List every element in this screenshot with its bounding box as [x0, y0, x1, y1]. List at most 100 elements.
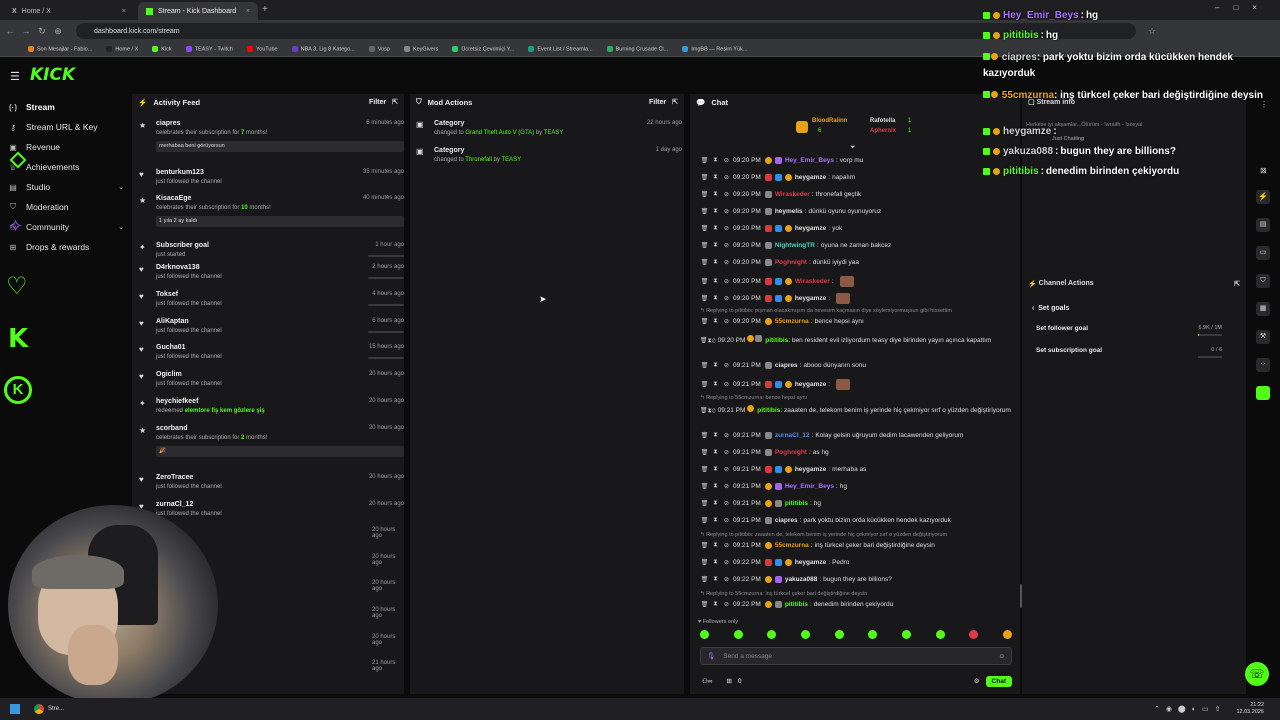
bookmark-item[interactable]: Ücretsiz Çevrimiçi Y...	[452, 45, 514, 52]
chat-username[interactable]: pititibis	[785, 601, 808, 608]
chat-message[interactable]: 🗑⧗⊘ 09:21 PM pititibis: zaaaten de, tele…	[700, 405, 1012, 416]
mod-action-item[interactable]: ▣ Category changed to Grand Theft Auto V…	[416, 120, 682, 142]
chat-username[interactable]: yakuza088	[785, 576, 818, 583]
chat-username[interactable]: Hey_Emir_Beys	[785, 483, 834, 490]
delete-icon[interactable]: 🗑	[700, 208, 709, 215]
chat-username[interactable]: Wiraskeder	[775, 191, 810, 198]
new-tab-icon[interactable]: +	[262, 4, 268, 15]
chat-username[interactable]: Wiraskeder	[795, 278, 830, 285]
bookmark-item[interactable]: ImgBB — Resim Yük...	[682, 45, 747, 52]
ban-icon[interactable]: ⊘	[722, 517, 731, 524]
chat-message[interactable]: 🗑 ⧗ ⊘ 09:20 PM heygamze:	[700, 293, 851, 304]
ban-icon[interactable]: ⊘	[722, 191, 731, 198]
popout-icon[interactable]: ⇱	[392, 98, 398, 106]
bookmark-item[interactable]: Kick	[152, 45, 172, 52]
ban-icon[interactable]: ⊘	[722, 318, 731, 325]
ban-icon[interactable]: ⊘	[722, 449, 731, 456]
ban-icon[interactable]: ⊘	[722, 542, 731, 549]
chat-username[interactable]: pititibis	[785, 500, 808, 507]
chat-username[interactable]: heygamze	[795, 466, 826, 473]
chat-message[interactable]: 🗑 ⧗ ⊘ 09:21 PM 55cmzurna: inş türkcel çeke…	[700, 542, 935, 549]
ban-icon[interactable]: ⊘	[722, 295, 731, 302]
emote-icon[interactable]	[901, 630, 911, 639]
shield-icon[interactable]: ⛉	[1256, 274, 1270, 288]
timeout-icon[interactable]: ⧗	[711, 362, 720, 369]
chat-message[interactable]: 🗑 ⧗ ⊘ 09:20 PM NightwingTR: oyuna ne zaman…	[700, 242, 891, 249]
chat-message[interactable]: 🗑 ⧗ ⊘ 09:21 PM Hey_Emir_Beys: hg	[700, 483, 847, 490]
sidebar-item-community[interactable]: ⚇ Community ⌄	[8, 220, 124, 234]
ban-icon[interactable]: ⊘	[722, 242, 731, 249]
taskbar-app-label[interactable]: Stre...	[48, 706, 64, 712]
delete-icon[interactable]: 🗑	[700, 157, 709, 164]
timeout-icon[interactable]: ⧗	[711, 278, 720, 285]
kick-logo[interactable]: KICK	[30, 65, 75, 85]
activity-feed-item[interactable]: ♥ Ogiclim just followed the channel 20 h…	[138, 371, 404, 395]
activity-feed-item[interactable]: ♥ AliKaptan just followed the channel 6 …	[138, 318, 404, 342]
ban-icon[interactable]: ⊘	[722, 362, 731, 369]
chat-username[interactable]: ciapres	[775, 517, 798, 524]
chat-username[interactable]: Poghnight	[775, 259, 807, 266]
chat-username[interactable]: Hey_Emir_Beys	[785, 157, 834, 164]
activity-feed-item[interactable]: ♥ Gucha01 just followed the channel 15 h…	[138, 344, 404, 368]
ban-icon[interactable]: ⊘	[722, 157, 731, 164]
filter-button[interactable]: Filter	[369, 99, 386, 106]
delete-icon[interactable]: 🗑	[700, 449, 709, 456]
delete-icon[interactable]: 🗑	[700, 318, 709, 325]
delete-icon[interactable]: 🗑	[700, 432, 709, 439]
ban-icon[interactable]: ⊘	[722, 259, 731, 266]
bookmark-item[interactable]: Home / X	[106, 45, 138, 52]
ban-icon[interactable]: ⊘	[722, 559, 731, 566]
emote-icon[interactable]	[834, 630, 844, 639]
timeout-icon[interactable]: ⧗	[711, 295, 720, 302]
ban-icon[interactable]: ⊘	[722, 483, 731, 490]
bookmark-item[interactable]: Vosp	[368, 45, 390, 52]
chat-username[interactable]: heygamze	[795, 559, 826, 566]
sidebar-item-stream[interactable]: (·) Stream	[8, 100, 124, 114]
timeout-icon[interactable]: ⧗	[711, 225, 720, 232]
chat-message[interactable]: 🗑 ⧗ ⊘ 09:21 PM ciapres: park yoktu bizim o…	[700, 517, 951, 524]
timeout-icon[interactable]: ⧗	[711, 242, 720, 249]
server-icon[interactable]: ▦	[1256, 302, 1270, 316]
delete-icon[interactable]: 🗑	[700, 408, 708, 414]
activity-feed-item[interactable]: ♥ benturkum123 just followed the channel…	[138, 169, 404, 193]
reply-context[interactable]: ↰ Replying to pititibis: zaaaten de, tel…	[700, 532, 947, 538]
delete-icon[interactable]: 🗑	[700, 576, 709, 583]
browser-tab-kick[interactable]: Stream - Kick Dashboard ×	[138, 2, 258, 20]
gift-icon[interactable]: ⊞	[726, 677, 731, 685]
goal-item[interactable]: Set subscription goal 0 / 6	[1036, 347, 1236, 363]
timeout-icon[interactable]: ⧗	[711, 466, 720, 473]
chat-message[interactable]: 🗑 ⧗ ⊘ 09:21 PM ciapres: abooo dünyanın son…	[700, 362, 866, 369]
chat-input[interactable]: 🎙 Send a message ☺	[700, 647, 1012, 665]
filter-funnel-icon[interactable]: ⏷	[850, 144, 856, 152]
delete-icon[interactable]: 🗑	[700, 466, 709, 473]
timeout-icon[interactable]: ⧗	[711, 517, 720, 524]
ban-icon[interactable]: ⊘	[722, 601, 731, 608]
support-chat-icon[interactable]: ☏	[1245, 662, 1269, 686]
activity-feed-item[interactable]: ♥ Toksef just followed the channel 4 hou…	[138, 291, 404, 315]
filter-button[interactable]: Filter	[649, 99, 666, 106]
close-icon[interactable]: ×	[122, 8, 126, 15]
menu-icon[interactable]: ☰	[10, 70, 20, 83]
bookmark-item[interactable]: YouTube	[246, 45, 278, 52]
reply-context[interactable]: ↰ Replying to pititibis: pişman olacakmı…	[700, 308, 952, 314]
bookmark-item[interactable]: NBA 3. Lig 8 Katego...	[291, 45, 355, 52]
chat-message[interactable]: 🗑 ⧗ ⊘ 09:20 PM heygamze: yok	[700, 225, 842, 232]
chat-message[interactable]: 🗑 ⧗ ⊘ 09:20 PM heymelis: dünkü oyunu oyunu…	[700, 208, 881, 215]
ban-icon[interactable]: ⊘	[722, 500, 731, 507]
activity-feed-item[interactable]: ✦ heychiefkeef redeemed elemtore fiş kem…	[138, 398, 404, 422]
chat-message[interactable]: 🗑 ⧗ ⊘ 09:20 PM Wiraskeder: thronefall geçt…	[700, 191, 861, 198]
reply-context[interactable]: ↰ Replying to 55cmzurna: bence hepsi ayn…	[700, 395, 807, 401]
lightning-icon[interactable]: ⚡	[1256, 190, 1270, 204]
emote-icon[interactable]	[800, 630, 810, 639]
chat-bubble-icon[interactable]: ▭	[1256, 246, 1270, 260]
people-icon[interactable]: ⚇∞	[702, 677, 712, 685]
delete-icon[interactable]: 🗑	[700, 483, 709, 490]
timeout-icon[interactable]: ⧗	[711, 449, 720, 456]
delete-icon[interactable]: 🗑	[700, 381, 709, 388]
delete-icon[interactable]: 🗑	[700, 225, 709, 232]
chat-username[interactable]: 55cmzurna	[775, 542, 809, 549]
chat-username[interactable]: heygamze	[795, 295, 826, 302]
chat-username[interactable]: heygamze	[795, 381, 826, 388]
emote-icon[interactable]	[969, 630, 979, 639]
clipboard-icon[interactable]: ▤	[1256, 218, 1270, 232]
